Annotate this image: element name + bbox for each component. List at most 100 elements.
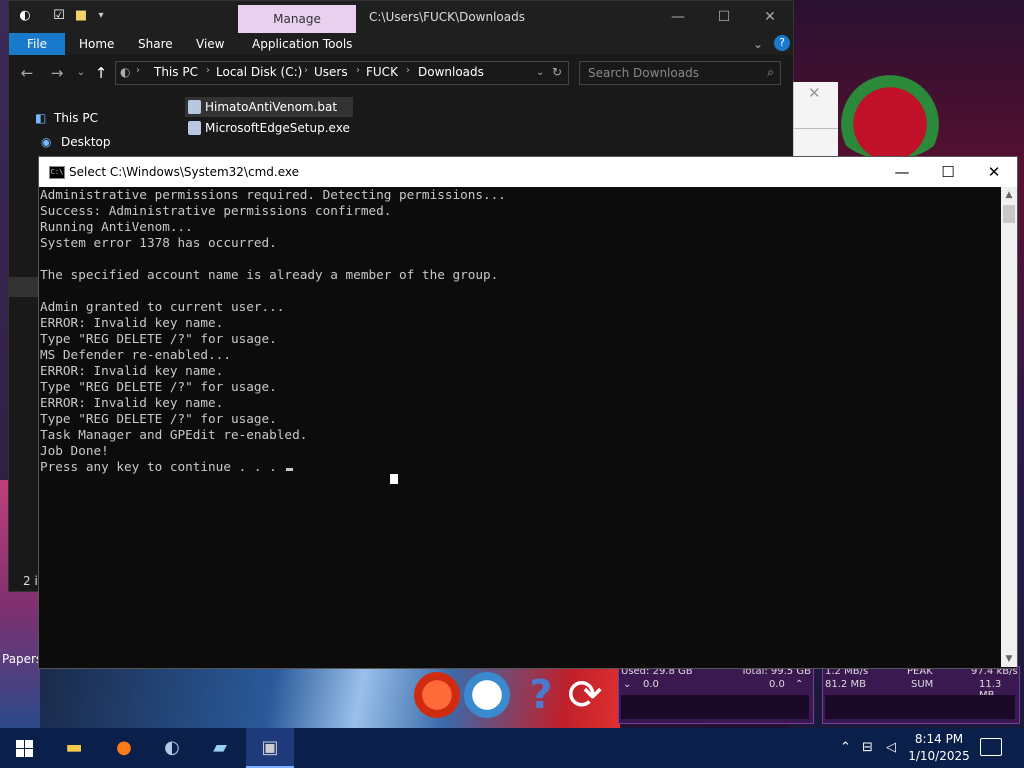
console-output[interactable]: Administrative permissions required. Det…	[39, 187, 999, 667]
close-icon[interactable]: ✕	[747, 1, 793, 33]
taskbar: ▬ ● ◐ ▰ ▣ ⌃ ⊟ ◁ 8:14 PM 1/10/2025	[0, 728, 1024, 768]
help-icon[interactable]: ?	[774, 35, 790, 51]
brave-browser-icon[interactable]	[414, 672, 460, 718]
console-line: The specified account name is already a …	[40, 267, 499, 282]
console-line: ERROR: Invalid key name.	[40, 395, 224, 410]
mouse-pointer-icon	[390, 474, 398, 484]
clock-time: 8:14 PM	[914, 732, 964, 746]
scrollbar[interactable]: ▲ ▼	[1001, 187, 1017, 667]
clock-date: 1/10/2025	[908, 749, 970, 763]
file-item[interactable]: MicrosoftEdgeSetup.exe	[185, 118, 365, 138]
breadcrumb-this-pc[interactable]: This PC	[154, 65, 198, 79]
cmd-titlebar[interactable]: C:\ Select C:\Windows\System32\cmd.exe —…	[39, 157, 1017, 187]
net-down: 81.2 MB	[825, 679, 866, 690]
search-icon[interactable]: ⌕	[767, 65, 774, 80]
desktop-icon-label[interactable]: Papers	[2, 652, 42, 666]
refresh-icon[interactable]: ↻	[552, 65, 562, 79]
maximize-icon[interactable]: ☐	[925, 157, 971, 187]
sync-icon[interactable]: ⟳	[562, 672, 608, 718]
cmd-taskbar-icon[interactable]: ▣	[246, 728, 294, 768]
app-icon[interactable]: ◐	[17, 8, 33, 24]
bat-file-icon	[188, 100, 201, 114]
search-placeholder: Search Downloads	[588, 66, 699, 80]
breadcrumb-downloads[interactable]: Downloads	[418, 65, 484, 79]
computer-icon: ◐	[120, 65, 131, 79]
back-icon[interactable]: ←	[17, 63, 37, 83]
chevron-up-icon: ⌃	[795, 679, 804, 690]
nav-item-this-pc[interactable]: This PC	[54, 111, 98, 125]
tab-share[interactable]: Share	[138, 33, 173, 55]
cmd-window: C:\ Select C:\Windows\System32\cmd.exe —…	[38, 156, 1018, 669]
tab-view[interactable]: View	[196, 33, 224, 55]
chevron-down-icon: ⌄	[623, 679, 632, 690]
minimize-icon[interactable]: —	[879, 157, 925, 187]
divider	[794, 128, 838, 129]
chevron-right-icon: ›	[304, 65, 308, 76]
disk-graph	[621, 695, 809, 719]
console-line: MS Defender re-enabled...	[40, 347, 231, 362]
breadcrumb-local-disk[interactable]: Local Disk (C:)	[216, 65, 302, 79]
question-icon[interactable]: ?	[518, 672, 564, 718]
nav-item-selected[interactable]	[9, 277, 39, 297]
app-taskbar-icon[interactable]: ▰	[196, 728, 244, 768]
cmd-icon: C:\	[49, 166, 65, 179]
close-icon[interactable]: ✕	[808, 84, 821, 102]
search-box[interactable]: Search Downloads ⌕	[579, 61, 781, 85]
console-line: Running AntiVenom...	[40, 219, 193, 234]
console-line: Job Done!	[40, 443, 109, 458]
this-pc-icon: ◧	[35, 111, 47, 125]
minimize-icon[interactable]: —	[655, 1, 701, 33]
dropdown-icon[interactable]: ▾	[93, 8, 109, 24]
tab-application-tools[interactable]: Application Tools	[252, 33, 352, 55]
scroll-down-icon[interactable]: ▼	[1001, 651, 1017, 667]
address-bar[interactable]: ◐ › This PC › Local Disk (C:) › Users › …	[115, 61, 569, 85]
window-title: C:\Users\FUCK\Downloads	[369, 10, 525, 24]
recent-dropdown-icon[interactable]: ⌄	[71, 63, 91, 83]
address-dropdown-icon[interactable]: ⌄	[536, 67, 544, 78]
notification-icon[interactable]	[980, 738, 1002, 756]
new-folder-icon[interactable]: ■	[73, 8, 89, 24]
firefox-taskbar-icon[interactable]: ●	[100, 728, 148, 768]
breadcrumb-users[interactable]: Users	[314, 65, 348, 79]
up-icon[interactable]: ↑	[91, 63, 111, 83]
console-line: Type "REG DELETE /?" for usage.	[40, 411, 277, 426]
chevron-down-icon[interactable]: ⌄	[753, 33, 763, 55]
properties-icon[interactable]: ☑	[51, 8, 67, 24]
close-icon[interactable]: ✕	[971, 157, 1017, 187]
network-icon[interactable]: ⊟	[862, 740, 873, 755]
breadcrumb-user[interactable]: FUCK	[366, 65, 398, 79]
start-button[interactable]	[0, 728, 48, 768]
manage-tab[interactable]: Manage	[238, 5, 356, 33]
file-explorer-taskbar-icon[interactable]: ▬	[50, 728, 98, 768]
file-item[interactable]: HimatoAntiVenom.bat	[185, 97, 353, 117]
scroll-up-icon[interactable]: ▲	[1001, 187, 1017, 203]
windows-logo-icon	[25, 749, 33, 757]
windows-logo-icon	[16, 749, 24, 757]
shield-app-icon[interactable]	[464, 672, 510, 718]
file-name: HimatoAntiVenom.bat	[205, 100, 338, 114]
console-line: Type "REG DELETE /?" for usage.	[40, 379, 277, 394]
console-line: Administrative permissions required. Det…	[40, 187, 506, 202]
tab-home[interactable]: Home	[79, 33, 114, 55]
console-line: Type "REG DELETE /?" for usage.	[40, 331, 277, 346]
tab-file[interactable]: File	[9, 33, 65, 55]
console-line: ERROR: Invalid key name.	[40, 315, 224, 330]
wallpaper-house-art	[830, 70, 950, 160]
navigation-bar: ← → ⌄ ↑ ◐ › This PC › Local Disk (C:) › …	[9, 55, 793, 91]
explorer-titlebar[interactable]: ◐ ☑ ■ ▾ Manage C:\Users\FUCK\Downloads —…	[9, 1, 793, 33]
chevron-up-icon[interactable]: ⌃	[840, 740, 851, 755]
nav-item-desktop[interactable]: Desktop	[61, 135, 111, 149]
clock[interactable]: 8:14 PM 1/10/2025	[902, 731, 976, 765]
chevron-right-icon: ›	[406, 65, 410, 76]
maximize-icon[interactable]: ☐	[701, 1, 747, 33]
volume-muted-icon[interactable]: ◁	[886, 740, 896, 755]
chevron-right-icon: ›	[206, 65, 210, 76]
disk-monitor-widget: Used: 29.8 GB Total: 99.5 GB ⌄ 0.0 0.0 ⌃	[618, 666, 814, 724]
chevron-right-icon: ›	[356, 65, 360, 76]
app-taskbar-icon[interactable]: ◐	[148, 728, 196, 768]
background-dialog: ✕	[793, 82, 838, 156]
disk-read: 0.0	[643, 679, 659, 690]
forward-icon[interactable]: →	[47, 63, 67, 83]
scroll-thumb[interactable]	[1003, 205, 1015, 223]
